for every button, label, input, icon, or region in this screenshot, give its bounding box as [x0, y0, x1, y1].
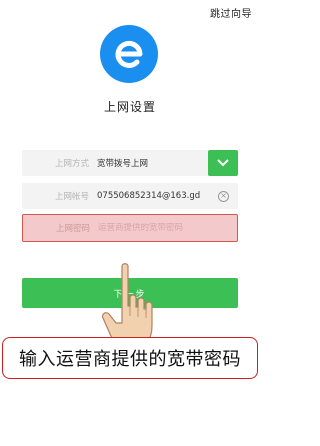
account-field[interactable]: 上网帐号 075506852314@163.gd ×: [22, 183, 238, 209]
account-value: 075506852314@163.gd: [97, 191, 201, 201]
skip-wizard-link[interactable]: 跳过向导: [210, 5, 252, 20]
password-field[interactable]: 上网密码: [22, 214, 238, 242]
page-title: 上网设置: [103, 100, 156, 114]
password-input[interactable]: [98, 223, 237, 233]
chevron-down-icon: [217, 159, 229, 167]
connection-mode-field[interactable]: 上网方式 宽带拨号上网: [22, 150, 238, 176]
instruction-callout: 输入运营商提供的宽带密码: [2, 337, 258, 379]
mode-dropdown-button[interactable]: [208, 150, 238, 176]
connection-mode-label: 上网方式: [54, 159, 89, 169]
password-label: 上网密码: [55, 224, 90, 234]
browser-e-logo-icon: [100, 25, 158, 83]
account-label: 上网帐号: [54, 192, 89, 202]
clear-icon[interactable]: ×: [218, 190, 229, 202]
